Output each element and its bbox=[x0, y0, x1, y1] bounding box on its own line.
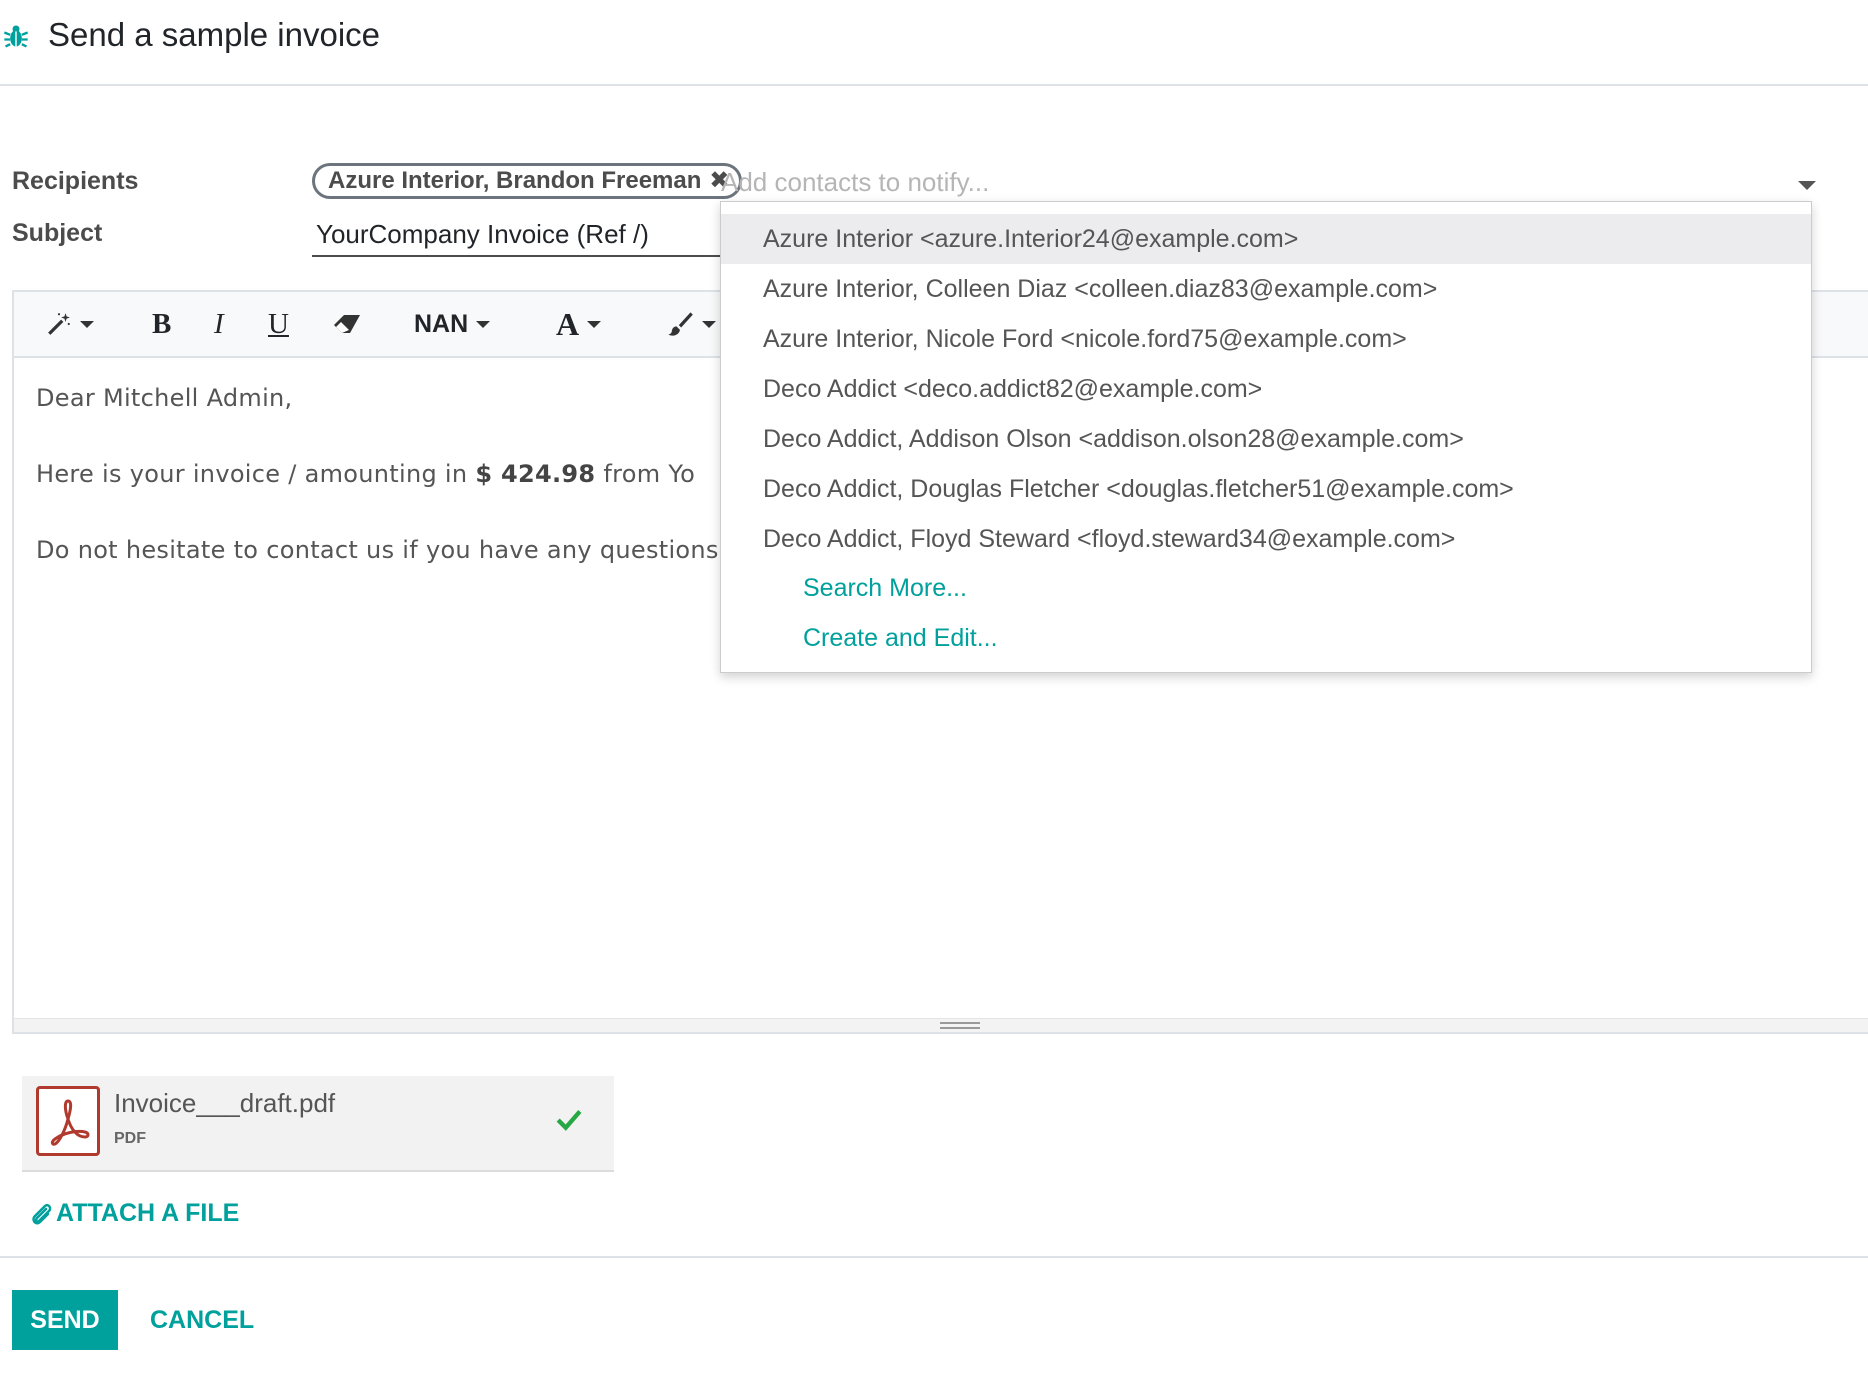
recipients-autocomplete: Azure Interior <azure.Interior24@example… bbox=[720, 201, 1812, 673]
body-line-invoice: Here is your invoice / amounting in $ 42… bbox=[36, 460, 719, 536]
attach-file-button[interactable]: ATTACH A FILE bbox=[30, 1199, 239, 1228]
autocomplete-item[interactable]: Azure Interior, Colleen Diaz <colleen.di… bbox=[721, 264, 1811, 314]
attachment-card[interactable]: Invoice___draft.pdf PDF bbox=[22, 1076, 614, 1172]
autocomplete-item[interactable]: Deco Addict, Douglas Fletcher <douglas.f… bbox=[721, 464, 1811, 514]
body-line-suffix: from Yo bbox=[595, 460, 696, 488]
recipients-input[interactable] bbox=[721, 165, 1791, 199]
invoice-amount: $ 424.98 bbox=[475, 460, 596, 488]
font-size-dropdown[interactable]: NAN bbox=[414, 302, 491, 346]
dialog-title: Send a sample invoice bbox=[48, 16, 381, 53]
magic-wand-icon bbox=[48, 313, 70, 335]
background-color-dropdown[interactable] bbox=[666, 302, 716, 346]
recipient-tag[interactable]: Azure Interior, Brandon Freeman ✖ bbox=[312, 163, 743, 199]
send-button[interactable]: SEND bbox=[12, 1290, 118, 1350]
chevron-down-icon bbox=[80, 320, 94, 328]
autocomplete-item[interactable]: Deco Addict <deco.addict82@example.com> bbox=[721, 364, 1811, 414]
remove-format-button[interactable] bbox=[332, 302, 362, 346]
chevron-down-icon bbox=[587, 320, 602, 328]
search-more-link[interactable]: Search More... bbox=[803, 574, 967, 603]
bug-icon[interactable] bbox=[2, 22, 30, 50]
recipient-tag-label: Azure Interior, Brandon Freeman bbox=[328, 167, 702, 194]
attachment-type: PDF bbox=[114, 1130, 146, 1147]
resize-handle-icon[interactable] bbox=[940, 1022, 980, 1029]
footer-divider bbox=[0, 1256, 1868, 1258]
chevron-down-icon bbox=[702, 320, 716, 328]
chevron-down-icon bbox=[476, 320, 491, 328]
paperclip-icon bbox=[32, 1203, 52, 1225]
body-greeting: Dear Mitchell Admin, bbox=[36, 384, 293, 412]
font-color-label: A bbox=[556, 305, 580, 342]
email-body[interactable]: Dear Mitchell Admin, Here is your invoic… bbox=[36, 384, 719, 612]
recipients-label: Recipients bbox=[12, 167, 139, 195]
autocomplete-item[interactable]: Azure Interior <azure.Interior24@example… bbox=[721, 214, 1811, 264]
pdf-icon bbox=[36, 1086, 100, 1156]
attachment-name: Invoice___draft.pdf bbox=[114, 1088, 336, 1118]
autocomplete-item[interactable]: Azure Interior, Nicole Ford <nicole.ford… bbox=[721, 314, 1811, 364]
style-dropdown[interactable] bbox=[46, 302, 94, 346]
subject-field[interactable]: YourCompany Invoice (Ref /) bbox=[312, 213, 732, 257]
body-line-prefix: Here is your invoice / amounting in bbox=[36, 460, 476, 488]
eraser-icon bbox=[334, 315, 360, 333]
italic-button[interactable]: I bbox=[214, 302, 224, 346]
dialog-header: Send a sample invoice bbox=[0, 0, 1868, 86]
editor-resize-bar[interactable] bbox=[14, 1018, 1868, 1032]
subject-label: Subject bbox=[12, 219, 103, 247]
autocomplete-item[interactable]: Deco Addict, Floyd Steward <floyd.stewar… bbox=[721, 514, 1811, 564]
font-color-dropdown[interactable]: A bbox=[556, 302, 602, 346]
attach-file-label: ATTACH A FILE bbox=[56, 1199, 240, 1227]
paintbrush-icon bbox=[668, 312, 693, 336]
create-and-edit-link[interactable]: Create and Edit... bbox=[803, 624, 998, 653]
recipients-dropdown-toggle[interactable] bbox=[1798, 181, 1816, 190]
cancel-button[interactable]: CANCEL bbox=[136, 1290, 268, 1350]
underline-button[interactable]: U bbox=[268, 302, 289, 346]
font-size-label: NAN bbox=[414, 309, 469, 338]
bold-button[interactable]: B bbox=[152, 302, 171, 346]
autocomplete-item[interactable]: Deco Addict, Addison Olson <addison.olso… bbox=[721, 414, 1811, 464]
body-line-contact: Do not hesitate to contact us if you hav… bbox=[36, 536, 719, 564]
subject-value: YourCompany Invoice (Ref /) bbox=[316, 219, 649, 249]
check-icon bbox=[556, 1109, 582, 1131]
